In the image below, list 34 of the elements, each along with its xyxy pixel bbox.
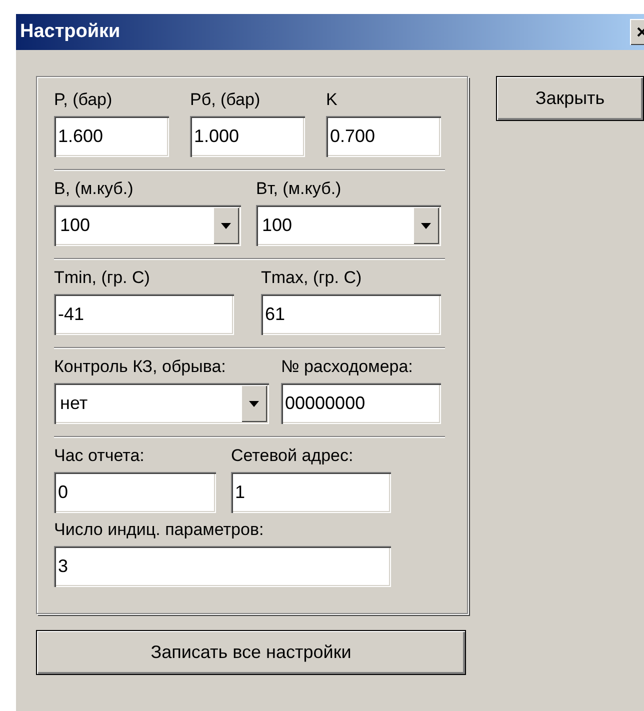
field-label: Число индиц. параметров:: [54, 519, 265, 541]
dropdown-button[interactable]: [241, 385, 267, 422]
text-field[interactable]: -41: [54, 294, 234, 335]
close-icon: [637, 27, 644, 37]
dropdown-button[interactable]: [413, 207, 439, 244]
window-title: Настройки: [20, 21, 120, 43]
field-label: Сетевой адрес:: [231, 445, 354, 467]
field-label: Tmax, (гр. C): [261, 267, 363, 289]
text-field[interactable]: 1: [231, 472, 391, 513]
field-label: Pб, (бар): [190, 89, 262, 111]
text-field[interactable]: 0.700: [326, 116, 441, 157]
caret-icon: [421, 222, 431, 228]
text-field[interactable]: 0: [54, 472, 216, 513]
dropdown-button[interactable]: [213, 207, 239, 244]
field-label: Час отчета:: [54, 445, 146, 467]
caret-icon: [249, 400, 259, 406]
text-field[interactable]: 1.600: [54, 116, 169, 157]
text-field[interactable]: 3: [54, 546, 391, 587]
field-label: K: [326, 89, 338, 111]
dropdown-field[interactable]: нет: [54, 383, 269, 424]
field-label: Контроль КЗ, обрыва:: [54, 356, 227, 378]
text-field[interactable]: 1.000: [190, 116, 305, 157]
field-label: P, (бар): [54, 89, 114, 111]
caret-icon: [221, 222, 231, 228]
text-field[interactable]: 00000000: [281, 383, 441, 424]
field-label: Tmin, (гр. C): [54, 267, 151, 289]
field-label: Bт, (м.куб.): [256, 178, 342, 200]
dropdown-field[interactable]: 100: [54, 205, 241, 246]
field-label: № расходомера:: [281, 356, 414, 378]
field-label: B, (м.куб.): [54, 178, 134, 200]
save-all-button[interactable]: Записать все настройки: [36, 630, 466, 675]
text-field[interactable]: 61: [261, 294, 441, 335]
dropdown-field[interactable]: 100: [256, 205, 441, 246]
close-dialog-button[interactable]: Закрыть: [496, 76, 644, 121]
